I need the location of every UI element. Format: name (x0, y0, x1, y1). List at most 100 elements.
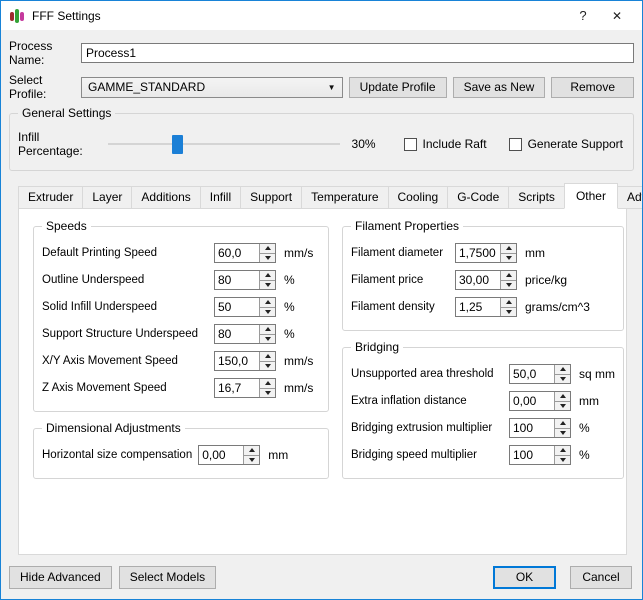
setting-label: Filament diameter (351, 247, 455, 259)
tab-additions[interactable]: Additions (131, 186, 200, 209)
footer: Hide Advanced Select Models OK Cancel (1, 555, 642, 599)
bridging-extrusion-multiplier-spinbox[interactable]: 100 (509, 418, 571, 438)
setting-row: Outline Underspeed 80 % (42, 270, 320, 290)
tab-temperature[interactable]: Temperature (301, 186, 388, 209)
spinbox-buttons (259, 325, 275, 343)
spin-up-icon[interactable] (501, 271, 516, 281)
tab-gcode[interactable]: G-Code (447, 186, 509, 209)
unsupported-area-threshold-spinbox[interactable]: 50,0 (509, 364, 571, 384)
general-settings-title: General Settings (18, 106, 115, 120)
tab-cooling[interactable]: Cooling (388, 186, 449, 209)
spin-up-icon[interactable] (555, 419, 570, 429)
spin-down-icon[interactable] (260, 281, 275, 290)
setting-row: Horizontal size compensation 0,00 mm (42, 445, 320, 465)
cancel-button[interactable]: Cancel (570, 566, 632, 589)
outline-underspeed-spinbox[interactable]: 80 (214, 270, 276, 290)
tab-support[interactable]: Support (240, 186, 302, 209)
bridging-speed-multiplier-spinbox[interactable]: 100 (509, 445, 571, 465)
spin-down-icon[interactable] (555, 456, 570, 465)
spin-down-icon[interactable] (501, 281, 516, 290)
spin-up-icon[interactable] (260, 298, 275, 308)
select-models-button[interactable]: Select Models (119, 566, 216, 589)
spinbox-value[interactable]: 60,0 (215, 244, 259, 262)
spin-up-icon[interactable] (260, 352, 275, 362)
setting-row: Filament diameter 1,7500 mm (351, 243, 615, 263)
tab-infill[interactable]: Infill (200, 186, 241, 209)
spinbox-value[interactable]: 16,7 (215, 379, 259, 397)
spin-up-icon[interactable] (260, 271, 275, 281)
spin-down-icon[interactable] (555, 402, 570, 411)
filament-diameter-spinbox[interactable]: 1,7500 (455, 243, 517, 263)
spin-up-icon[interactable] (260, 244, 275, 254)
spinbox-value[interactable]: 0,00 (199, 446, 243, 464)
extra-inflation-distance-spinbox[interactable]: 0,00 (509, 391, 571, 411)
xy-axis-movement-speed-spinbox[interactable]: 150,0 (214, 351, 276, 371)
process-name-row: Process Name: Process1 (9, 39, 634, 67)
ok-button[interactable]: OK (493, 566, 556, 589)
update-profile-button[interactable]: Update Profile (349, 77, 447, 98)
generate-support-label: Generate Support (528, 137, 623, 151)
spin-up-icon[interactable] (244, 446, 259, 456)
spinbox-value[interactable]: 30,00 (456, 271, 500, 289)
spinbox-buttons (259, 352, 275, 370)
tab-layer[interactable]: Layer (82, 186, 132, 209)
tab-advanced[interactable]: Advanced (617, 186, 643, 209)
setting-label: Default Printing Speed (42, 247, 214, 259)
spin-up-icon[interactable] (501, 298, 516, 308)
dimensional-adjustments-group: Dimensional Adjustments Horizontal size … (33, 428, 329, 479)
infill-slider[interactable] (106, 135, 342, 154)
setting-row: Z Axis Movement Speed 16,7 mm/s (42, 378, 320, 398)
spinbox-value[interactable]: 1,25 (456, 298, 500, 316)
spin-up-icon[interactable] (555, 446, 570, 456)
checkbox-box-icon[interactable] (509, 138, 522, 151)
spin-down-icon[interactable] (260, 335, 275, 344)
spinbox-value[interactable]: 50 (215, 298, 259, 316)
hide-advanced-button[interactable]: Hide Advanced (9, 566, 112, 589)
horizontal-size-compensation-spinbox[interactable]: 0,00 (198, 445, 260, 465)
tab-scripts[interactable]: Scripts (508, 186, 565, 209)
spin-down-icon[interactable] (555, 375, 570, 384)
setting-row: Filament density 1,25 grams/cm^3 (351, 297, 615, 317)
z-axis-movement-speed-spinbox[interactable]: 16,7 (214, 378, 276, 398)
spinbox-value[interactable]: 150,0 (215, 352, 259, 370)
remove-button[interactable]: Remove (551, 77, 634, 98)
save-as-new-button[interactable]: Save as New (453, 77, 546, 98)
spin-up-icon[interactable] (260, 325, 275, 335)
spinbox-value[interactable]: 80 (215, 325, 259, 343)
spinbox-value[interactable]: 80 (215, 271, 259, 289)
profile-dropdown[interactable]: GAMME_STANDARD ▼ (81, 77, 343, 98)
spin-down-icon[interactable] (260, 389, 275, 398)
setting-label: Outline Underspeed (42, 274, 214, 286)
spin-up-icon[interactable] (260, 379, 275, 389)
filament-density-spinbox[interactable]: 1,25 (455, 297, 517, 317)
spinbox-value[interactable]: 1,7500 (456, 244, 500, 262)
infill-slider-handle[interactable] (172, 135, 183, 154)
spin-down-icon[interactable] (501, 308, 516, 317)
spin-down-icon[interactable] (244, 456, 259, 465)
default-printing-speed-spinbox[interactable]: 60,0 (214, 243, 276, 263)
spinbox-value[interactable]: 0,00 (510, 392, 554, 410)
support-structure-underspeed-spinbox[interactable]: 80 (214, 324, 276, 344)
generate-support-checkbox[interactable]: Generate Support (509, 137, 623, 151)
spin-down-icon[interactable] (555, 429, 570, 438)
include-raft-checkbox[interactable]: Include Raft (404, 137, 487, 151)
spin-up-icon[interactable] (555, 392, 570, 402)
spin-down-icon[interactable] (501, 254, 516, 263)
spin-down-icon[interactable] (260, 308, 275, 317)
spin-down-icon[interactable] (260, 362, 275, 371)
help-button[interactable]: ? (566, 1, 600, 30)
spin-up-icon[interactable] (555, 365, 570, 375)
tab-extruder[interactable]: Extruder (18, 186, 83, 209)
close-icon[interactable]: ✕ (600, 1, 634, 30)
process-name-input[interactable]: Process1 (81, 43, 634, 63)
tab-other[interactable]: Other (564, 183, 618, 209)
setting-label: Z Axis Movement Speed (42, 382, 214, 394)
spin-down-icon[interactable] (260, 254, 275, 263)
spin-up-icon[interactable] (501, 244, 516, 254)
solid-infill-underspeed-spinbox[interactable]: 50 (214, 297, 276, 317)
spinbox-value[interactable]: 100 (510, 419, 554, 437)
checkbox-box-icon[interactable] (404, 138, 417, 151)
filament-price-spinbox[interactable]: 30,00 (455, 270, 517, 290)
spinbox-value[interactable]: 50,0 (510, 365, 554, 383)
spinbox-value[interactable]: 100 (510, 446, 554, 464)
